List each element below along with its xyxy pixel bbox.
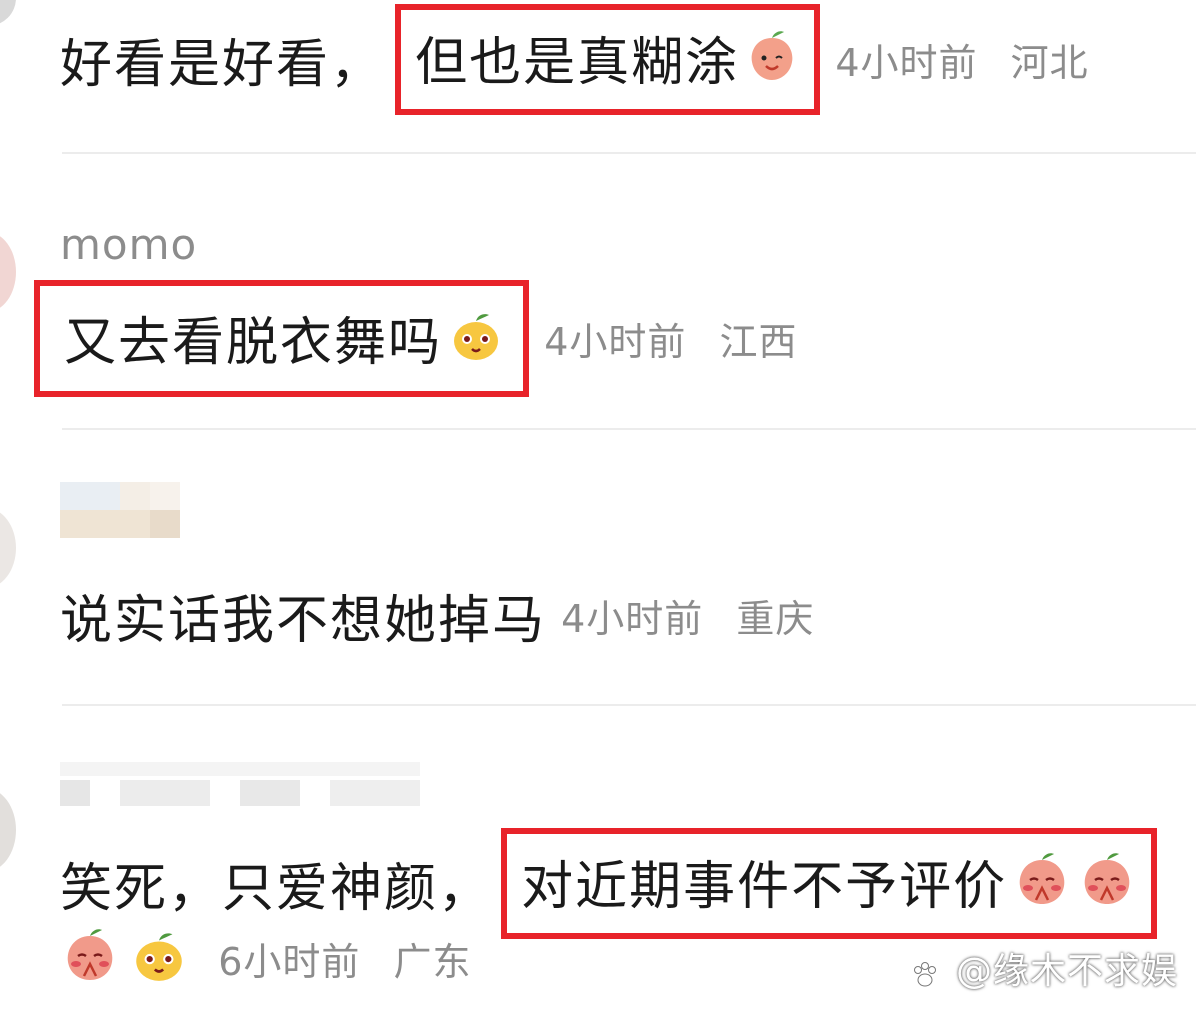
username-blurred xyxy=(60,482,180,538)
divider xyxy=(62,152,1196,154)
avatar[interactable] xyxy=(0,508,16,588)
comment-text-highlight: 对近期事件不予评价 xyxy=(521,857,1008,917)
comment-time: 4小时前 xyxy=(835,41,978,85)
comment-location: 河北 xyxy=(1010,41,1089,85)
comment-time: 4小时前 xyxy=(544,320,687,364)
comment-location: 广东 xyxy=(393,939,472,984)
divider xyxy=(62,704,1196,706)
username-blurred xyxy=(60,762,420,808)
username[interactable]: momo xyxy=(60,220,197,269)
watermark: @缘木不求娱 xyxy=(910,942,1178,994)
highlight-box: 又去看脱衣舞吗 xyxy=(34,280,530,397)
comment-item: 说实话我不想她掉马 4小时前 重庆 xyxy=(60,578,814,653)
comment-time: 6小时前 xyxy=(218,939,361,984)
comment-text-highlight: 又去看脱衣舞吗 xyxy=(64,313,443,373)
comment-item: 又去看脱衣舞吗 4小时前 江西 xyxy=(34,280,798,397)
comment-meta-row: 6小时前 广东 xyxy=(60,926,471,990)
avatar[interactable] xyxy=(0,232,16,312)
lemon-face-emoji-icon xyxy=(447,307,505,369)
peach-pray-emoji-icon xyxy=(1012,850,1072,914)
peach-smile-emoji-icon xyxy=(744,28,800,88)
comment-text: 说实话我不想她掉马 xyxy=(60,591,547,651)
comment-text: 好看是好看， xyxy=(60,35,385,95)
lemon-face-emoji-icon xyxy=(129,926,189,990)
peach-pray-emoji-icon xyxy=(1077,850,1137,914)
comment-time: 4小时前 xyxy=(561,597,704,641)
avatar[interactable] xyxy=(0,788,16,872)
peach-pray-emoji-icon xyxy=(60,926,120,990)
comment-location: 重庆 xyxy=(736,597,815,641)
avatar[interactable] xyxy=(0,0,16,26)
divider xyxy=(62,428,1196,430)
comment-item: 笑死，只爱神颜， 对近期事件不予评价 xyxy=(60,828,1158,939)
watermark-text: @缘木不求娱 xyxy=(955,951,1178,992)
comment-text: 笑死，只爱神颜， xyxy=(60,859,493,919)
comment-location: 江西 xyxy=(719,320,798,364)
comment-item: 好看是好看， 但也是真糊涂 4小时前 河北 xyxy=(60,4,1089,115)
comment-text-highlight: 但也是真糊涂 xyxy=(415,33,740,93)
highlight-box: 但也是真糊涂 xyxy=(395,4,821,115)
paw-logo-icon xyxy=(910,958,940,988)
highlight-box: 对近期事件不予评价 xyxy=(501,828,1158,939)
